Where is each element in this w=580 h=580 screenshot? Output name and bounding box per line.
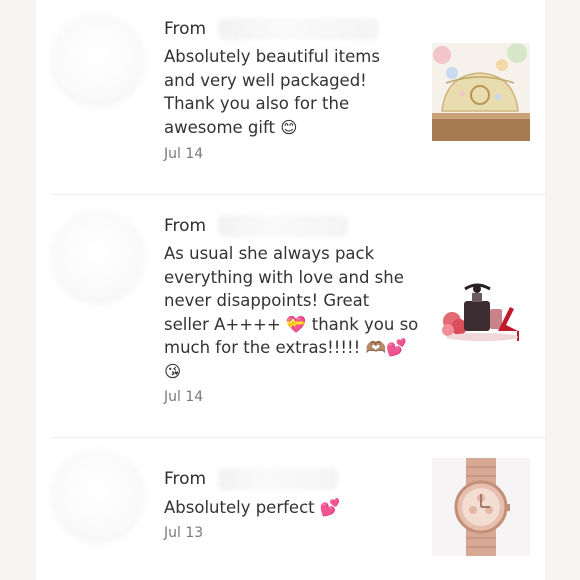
- review-from: From: [164, 468, 339, 490]
- review-date: Jul 14: [164, 146, 204, 162]
- review-item[interactable]: From As usual she always pack everything…: [36, 195, 545, 437]
- review-item[interactable]: From Absolutely perfect 💕 Jul 13: [36, 438, 545, 580]
- review-date: Jul 13: [164, 525, 204, 541]
- makeup-bag-photo-thumbnail[interactable]: [432, 43, 530, 141]
- reviews-panel: From Absolutely beautiful items and very…: [36, 0, 545, 580]
- from-label: From: [164, 469, 207, 489]
- makeup-bag-icon: [432, 43, 530, 141]
- review-text: Absolutely beautiful items and very well…: [164, 47, 380, 137]
- rose-gold-watch-thumbnail[interactable]: [432, 458, 530, 556]
- redacted-username: [218, 18, 379, 40]
- review-text: Absolutely perfect 💕: [164, 498, 341, 517]
- review-item[interactable]: From Absolutely beautiful items and very…: [36, 0, 545, 194]
- redacted-username: [218, 215, 349, 237]
- review-from: From: [164, 215, 349, 237]
- perfume-heels-icon: [432, 263, 530, 361]
- review-date: Jul 14: [164, 389, 204, 405]
- reviewer-avatar[interactable]: [50, 448, 146, 544]
- redacted-username: [218, 468, 339, 490]
- perfume-heels-thumbnail[interactable]: [432, 263, 530, 361]
- reviewer-avatar[interactable]: [50, 12, 146, 108]
- review-text: As usual she always pack everything with…: [164, 244, 419, 381]
- from-label: From: [164, 216, 207, 236]
- from-label: From: [164, 19, 207, 39]
- watch-icon: [432, 458, 530, 556]
- review-from: From: [164, 18, 379, 40]
- reviewer-avatar[interactable]: [50, 209, 146, 305]
